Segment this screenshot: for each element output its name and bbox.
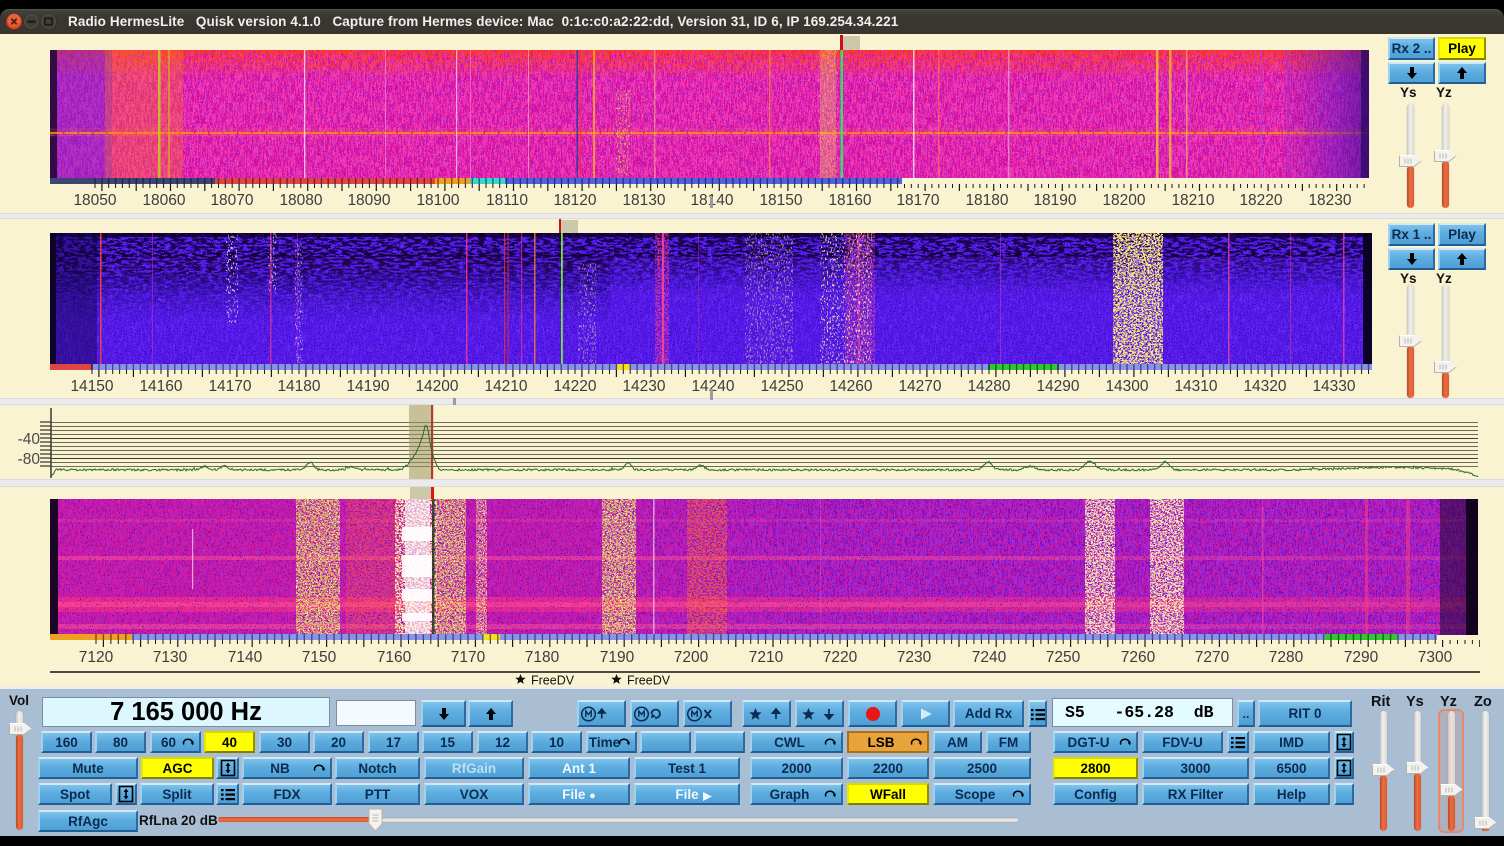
svg-text:FreeDV: FreeDV xyxy=(627,674,671,688)
svg-text:FreeDV: FreeDV xyxy=(531,674,575,688)
